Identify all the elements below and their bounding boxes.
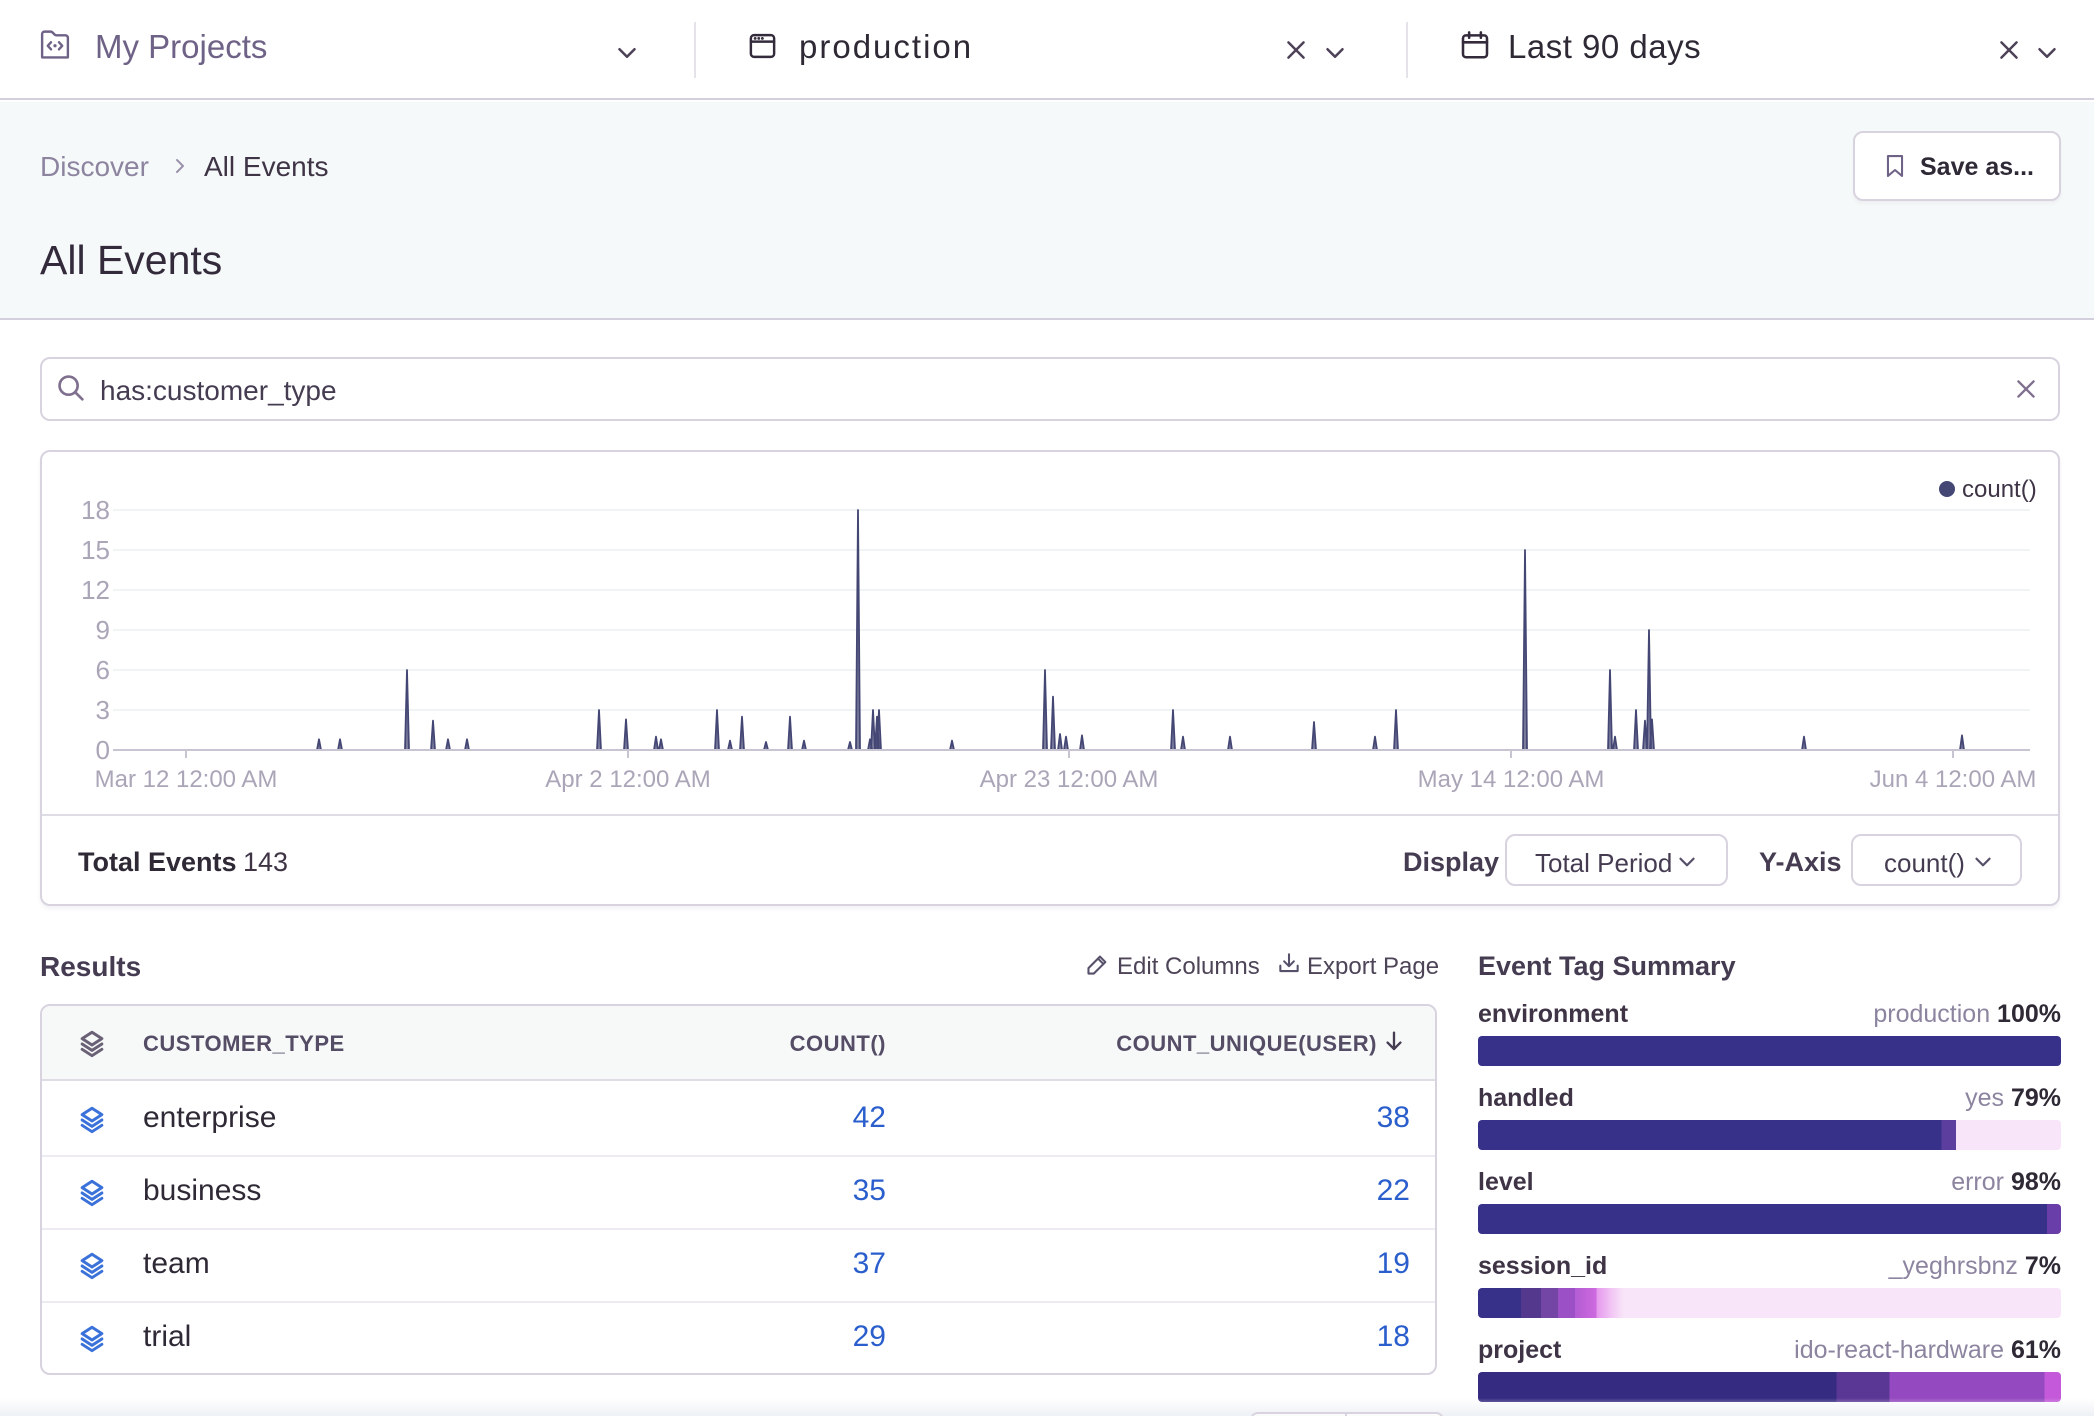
svg-text:6: 6 [96,655,110,685]
svg-text:9: 9 [96,615,110,645]
svg-text:18: 18 [81,495,110,525]
svg-text:0: 0 [96,735,110,765]
svg-text:12: 12 [81,575,110,605]
svg-text:3: 3 [96,695,110,725]
svg-text:15: 15 [81,535,110,565]
svg-text:count(): count() [1962,476,2037,503]
